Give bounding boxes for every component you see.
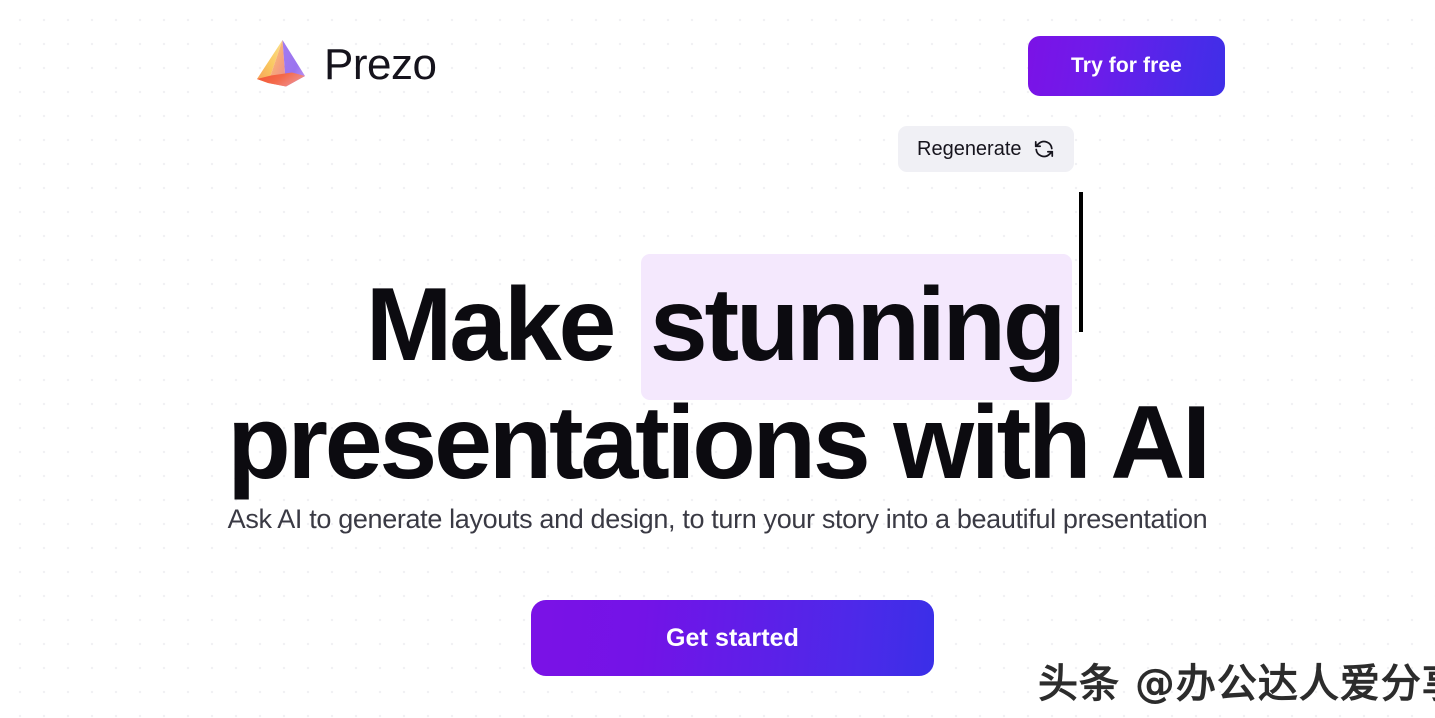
regenerate-label: Regenerate <box>917 138 1022 160</box>
refresh-icon <box>1033 138 1055 160</box>
pyramid-logo-icon <box>252 37 310 93</box>
watermark-text: 头条 @办公达人爱分享 <box>1038 661 1435 707</box>
site-header: Prezo Try for free <box>0 0 1435 132</box>
headline-line-1: Make stunning <box>0 253 1435 400</box>
hero-subtitle: Ask AI to generate layouts and design, t… <box>227 504 1208 534</box>
headline-highlighted-word[interactable]: stunning <box>640 253 1073 400</box>
try-for-free-button[interactable]: Try for free <box>1028 36 1225 96</box>
page-background: Prezo Try for free Regenerate Make stunn… <box>0 0 1435 718</box>
brand-name: Prezo <box>324 40 437 89</box>
text-cursor-caret <box>1079 192 1083 332</box>
headline-line-2: presentations with AI <box>227 384 1211 501</box>
brand-logo[interactable]: Prezo <box>252 34 437 96</box>
headline-static-text: Make <box>365 266 639 383</box>
get-started-button[interactable]: Get started <box>531 600 934 676</box>
regenerate-button[interactable]: Regenerate <box>898 126 1074 172</box>
page-title: Make stunning presentations with AI <box>0 253 1435 502</box>
